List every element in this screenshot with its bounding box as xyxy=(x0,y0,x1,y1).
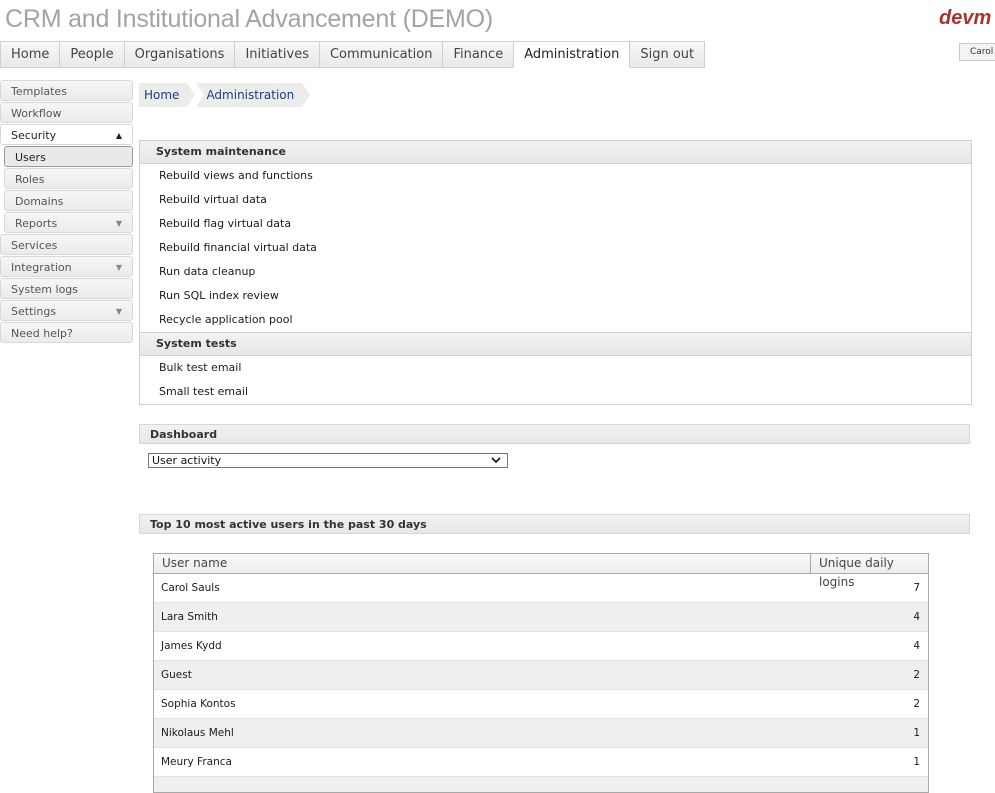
bulk-test-email-link[interactable]: Bulk test email xyxy=(140,356,971,380)
logins-cell: 1 xyxy=(913,756,920,768)
tab-finance[interactable]: Finance xyxy=(443,41,515,68)
rebuild-financial-virtual-data-link[interactable]: Rebuild financial virtual data xyxy=(140,236,971,260)
chevron-down-icon xyxy=(491,457,501,464)
table-row[interactable]: Guest 2 xyxy=(154,661,928,690)
run-data-cleanup-link[interactable]: Run data cleanup xyxy=(140,260,971,284)
sidebar-item-templates[interactable]: Templates xyxy=(0,80,133,101)
sidebar-item-roles[interactable]: Roles xyxy=(4,168,133,189)
dashboard-select[interactable]: User activity xyxy=(148,453,508,468)
caret-down-icon: ▼ xyxy=(115,263,122,272)
user-name-cell: Meury Franca xyxy=(161,756,232,768)
sidebar-item-label: Reports xyxy=(15,217,58,230)
top-users-header: Top 10 most active users in the past 30 … xyxy=(139,514,970,534)
table-row[interactable]: Lara Smith 4 xyxy=(154,603,928,632)
logins-cell: 7 xyxy=(913,582,920,594)
current-user-button[interactable]: Carol Z xyxy=(959,43,995,61)
tab-initiatives[interactable]: Initiatives xyxy=(235,41,320,68)
user-name-cell: James Kydd xyxy=(161,640,222,652)
breadcrumb-administration[interactable]: Administration xyxy=(196,83,311,107)
sidebar-item-label: Settings xyxy=(11,305,57,318)
rebuild-flag-virtual-data-link[interactable]: Rebuild flag virtual data xyxy=(140,212,971,236)
sidebar-item-integration[interactable]: Integration ▼ xyxy=(0,256,133,277)
run-sql-index-review-link[interactable]: Run SQL index review xyxy=(140,284,971,308)
sidebar-item-label: Need help? xyxy=(11,327,73,340)
table-row[interactable]: James Kydd 4 xyxy=(154,632,928,661)
small-test-email-link[interactable]: Small test email xyxy=(140,380,971,404)
app-title: CRM and Institutional Advancement (DEMO) xyxy=(5,5,494,33)
top-users-table: User name Unique daily logins Carol Saul… xyxy=(153,553,929,793)
sidebar-item-reports[interactable]: Reports ▼ xyxy=(4,212,133,233)
top-navigation: Home People Organisations Initiatives Co… xyxy=(0,41,706,68)
tab-administration[interactable]: Administration xyxy=(514,41,631,68)
logins-cell: 1 xyxy=(913,727,920,739)
user-name-cell: Nikolaus Mehl xyxy=(161,727,234,739)
sidebar-item-label: Integration xyxy=(11,261,72,274)
sidebar-item-workflow[interactable]: Workflow xyxy=(0,102,133,123)
system-maintenance-header: System maintenance xyxy=(140,141,971,164)
rebuild-views-link[interactable]: Rebuild views and functions xyxy=(140,164,971,188)
logins-cell: 2 xyxy=(913,698,920,710)
user-name-cell: Carol Sauls xyxy=(161,582,220,594)
tab-sign-out[interactable]: Sign out xyxy=(630,41,706,68)
system-maintenance-panel: System maintenance Rebuild views and fun… xyxy=(139,140,972,405)
column-header-unique-daily-logins[interactable]: Unique daily logins xyxy=(811,554,928,589)
sidebar-item-security[interactable]: Security ▲ xyxy=(0,124,133,145)
sidebar-item-label: Workflow xyxy=(11,107,62,120)
table-row[interactable]: Meury Franca 1 xyxy=(154,748,928,777)
tab-communication[interactable]: Communication xyxy=(319,41,444,68)
tab-organisations[interactable]: Organisations xyxy=(124,41,236,68)
sidebar-item-settings[interactable]: Settings ▼ xyxy=(0,300,133,321)
logins-cell: 2 xyxy=(913,669,920,681)
user-name-cell: Guest xyxy=(161,669,192,681)
table-row-empty xyxy=(154,777,928,792)
user-name-cell: Sophia Kontos xyxy=(161,698,236,710)
rebuild-virtual-data-link[interactable]: Rebuild virtual data xyxy=(140,188,971,212)
table-row[interactable]: Sophia Kontos 2 xyxy=(154,690,928,719)
sidebar-item-label: Services xyxy=(11,239,58,252)
tab-people[interactable]: People xyxy=(60,41,125,68)
logins-cell: 4 xyxy=(913,611,920,623)
sidebar-item-label: System logs xyxy=(11,283,79,296)
sidebar-item-label: Roles xyxy=(15,173,45,186)
caret-down-icon: ▼ xyxy=(115,219,122,228)
user-name-cell: Lara Smith xyxy=(161,611,218,623)
breadcrumb: Home Administration xyxy=(139,83,311,107)
logins-cell: 4 xyxy=(913,640,920,652)
system-tests-header: System tests xyxy=(140,332,971,356)
sidebar-item-label: Users xyxy=(15,151,46,164)
breadcrumb-home[interactable]: Home xyxy=(139,83,196,107)
sidebar-item-services[interactable]: Services xyxy=(0,234,133,255)
column-header-user-name[interactable]: User name xyxy=(154,554,811,573)
sidebar-item-domains[interactable]: Domains xyxy=(4,190,133,211)
brand-logo[interactable]: devm xyxy=(939,7,991,30)
sidebar-item-users[interactable]: Users xyxy=(4,146,133,167)
sidebar: Templates Workflow Security ▲ Users Role… xyxy=(0,80,133,344)
caret-up-icon: ▲ xyxy=(115,131,122,140)
sidebar-item-system-logs[interactable]: System logs xyxy=(0,278,133,299)
table-row[interactable]: Carol Sauls 7 xyxy=(154,574,928,603)
dashboard-header: Dashboard xyxy=(139,424,970,444)
dashboard-select-value: User activity xyxy=(152,454,222,467)
table-header: User name Unique daily logins xyxy=(154,554,928,589)
recycle-application-pool-link[interactable]: Recycle application pool xyxy=(140,308,971,332)
caret-down-icon: ▼ xyxy=(115,307,122,316)
sidebar-item-label: Domains xyxy=(15,195,64,208)
sidebar-item-need-help[interactable]: Need help? xyxy=(0,322,133,343)
sidebar-item-label: Security xyxy=(11,129,57,142)
table-row[interactable]: Nikolaus Mehl 1 xyxy=(154,719,928,748)
tab-home[interactable]: Home xyxy=(0,41,61,68)
sidebar-item-label: Templates xyxy=(11,85,67,98)
